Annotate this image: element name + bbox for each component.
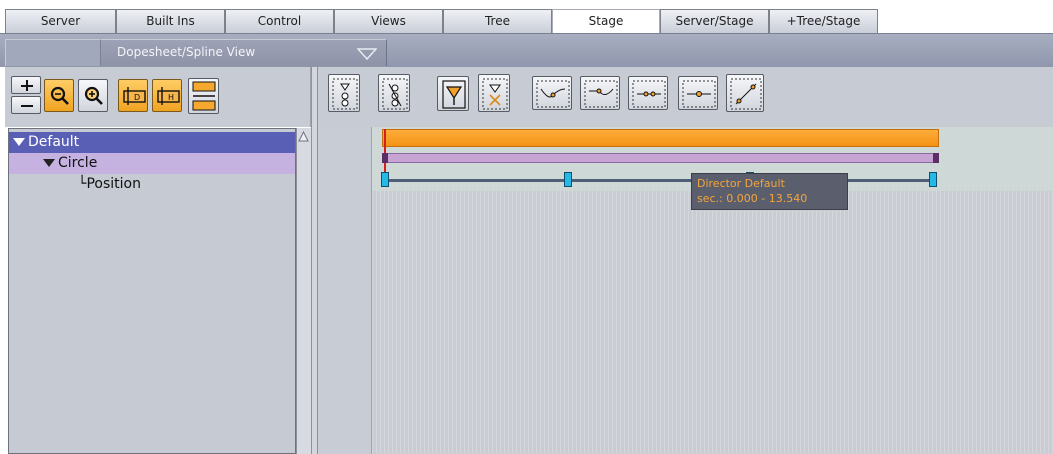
tree-item-label: Default xyxy=(28,134,80,150)
svg-text:H: H xyxy=(168,93,174,102)
plus-icon xyxy=(21,80,33,91)
keyframe-marker[interactable] xyxy=(381,172,389,187)
panel-splitter[interactable] xyxy=(311,67,318,454)
bezier-icon xyxy=(730,78,762,110)
tree-item-circle[interactable]: Circle xyxy=(9,153,295,174)
linear-icon xyxy=(632,80,666,108)
ease-out-button[interactable] xyxy=(580,76,620,110)
chevron-down-icon xyxy=(357,48,377,60)
remove-keyframe-icon xyxy=(382,78,408,110)
circle-track-bar[interactable] xyxy=(382,153,939,163)
add-keyframe-icon xyxy=(332,78,358,110)
timeline-gutter xyxy=(318,127,372,454)
tree-item-position[interactable]: └Position xyxy=(9,174,295,195)
ease-in-icon xyxy=(536,80,570,108)
main-tab-bar: Server Built Ins Control Views Tree Stag… xyxy=(0,9,1053,33)
tab-built-ins[interactable]: Built Ins xyxy=(116,9,225,33)
tab-server[interactable]: Server xyxy=(5,9,116,33)
keyframe-marker[interactable] xyxy=(929,172,937,187)
track-start-handle[interactable] xyxy=(382,153,388,163)
bezier-button[interactable] xyxy=(726,74,764,112)
expand-plus-button[interactable] xyxy=(11,76,41,94)
position-track-line xyxy=(384,179,936,182)
header-left-panel xyxy=(5,39,100,66)
tree-item-label: Position xyxy=(86,176,141,192)
zoom-in-button[interactable] xyxy=(78,79,108,112)
tab-views[interactable]: Views xyxy=(334,9,443,33)
keyframe-marker-button[interactable] xyxy=(437,76,469,111)
collapse-minus-button[interactable] xyxy=(11,96,41,114)
add-keyframe-button[interactable] xyxy=(328,74,360,112)
director-tooltip: Director Default sec.: 0.000 - 13.540 xyxy=(691,173,848,210)
magnifier-minus-icon xyxy=(50,86,69,105)
tree-scrollbar[interactable] xyxy=(296,128,311,454)
split-layout-button[interactable] xyxy=(188,78,219,114)
track-end-handle[interactable] xyxy=(933,153,939,163)
tree-item-label: Circle xyxy=(58,155,98,171)
delete-keyframe-button[interactable] xyxy=(478,74,510,112)
keyframe-marker[interactable] xyxy=(564,172,572,187)
keyframe-marker-icon xyxy=(442,80,466,109)
expand-triangle-icon[interactable] xyxy=(43,159,55,167)
minus-icon xyxy=(21,105,33,107)
ease-out-icon xyxy=(584,80,618,108)
constant-icon xyxy=(682,80,716,108)
dopesheet-d-icon: D xyxy=(123,87,146,105)
dopesheet-d-button[interactable]: D xyxy=(118,79,148,112)
remove-keyframe-button[interactable] xyxy=(378,74,410,112)
view-selector-label: Dopesheet/Spline View xyxy=(117,45,256,59)
ease-in-button[interactable] xyxy=(532,76,572,110)
expand-triangle-icon[interactable] xyxy=(13,138,25,146)
tab-server-stage[interactable]: Server/Stage xyxy=(660,9,769,33)
keyframe-toolbar xyxy=(318,67,1053,127)
scene-tree: Default Circle └Position xyxy=(8,128,296,454)
tab-control[interactable]: Control xyxy=(225,9,334,33)
magnifier-plus-icon xyxy=(84,86,103,105)
dopesheet-h-icon: H xyxy=(157,87,180,105)
tab-tree[interactable]: Tree xyxy=(443,9,552,33)
dopesheet-h-button[interactable]: H xyxy=(152,79,182,112)
delete-keyframe-icon xyxy=(482,78,508,110)
tree-toolbar: D H xyxy=(5,67,311,127)
tab-tree-stage[interactable]: +Tree/Stage xyxy=(769,9,878,33)
constant-button[interactable] xyxy=(678,76,718,110)
split-layout-icon xyxy=(192,81,216,111)
director-default-bar[interactable] xyxy=(382,129,939,147)
tab-stage[interactable]: Stage xyxy=(552,9,660,33)
scroll-up-icon[interactable] xyxy=(297,129,310,144)
view-selector-dropdown[interactable]: Dopesheet/Spline View xyxy=(100,39,387,66)
zoom-out-button[interactable] xyxy=(44,79,74,112)
tooltip-range: sec.: 0.000 - 13.540 xyxy=(697,192,808,205)
tree-item-default[interactable]: Default xyxy=(9,132,295,153)
linear-button[interactable] xyxy=(628,76,668,110)
tooltip-title: Director Default xyxy=(697,177,785,190)
svg-text:D: D xyxy=(134,93,140,102)
